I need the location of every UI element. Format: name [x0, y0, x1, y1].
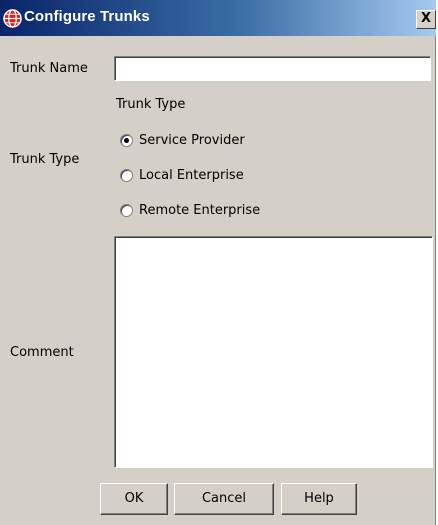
radio-local-enterprise[interactable]: Local Enterprise: [120, 168, 244, 186]
radio-remote-enterprise[interactable]: Remote Enterprise: [120, 203, 260, 221]
comment-textarea[interactable]: [114, 236, 433, 468]
trunk-name-input[interactable]: [114, 56, 431, 81]
globe-icon: [3, 9, 22, 28]
radio-label: Service Provider: [139, 133, 245, 148]
help-button[interactable]: Help: [281, 483, 357, 515]
window-title: Configure Trunks: [24, 8, 150, 25]
trunk-name-label: Trunk Name: [10, 61, 88, 76]
radio-service-provider[interactable]: Service Provider: [120, 133, 245, 151]
cancel-button[interactable]: Cancel: [174, 483, 274, 515]
comment-label: Comment: [10, 345, 74, 360]
radio-button-selected[interactable]: [120, 134, 133, 147]
radio-button[interactable]: [120, 204, 133, 217]
radio-label: Local Enterprise: [139, 168, 244, 183]
ok-button[interactable]: OK: [100, 483, 168, 515]
radio-label: Remote Enterprise: [139, 203, 261, 218]
trunk-type-label: Trunk Type: [10, 152, 80, 167]
close-button[interactable]: X: [416, 10, 436, 29]
title-bar[interactable]: Configure Trunks X: [0, 0, 436, 36]
radio-button[interactable]: [120, 169, 133, 182]
configure-trunks-dialog: Configure Trunks X Trunk Name Trunk Type…: [0, 0, 436, 525]
trunk-type-group-title: Trunk Type: [116, 97, 186, 112]
